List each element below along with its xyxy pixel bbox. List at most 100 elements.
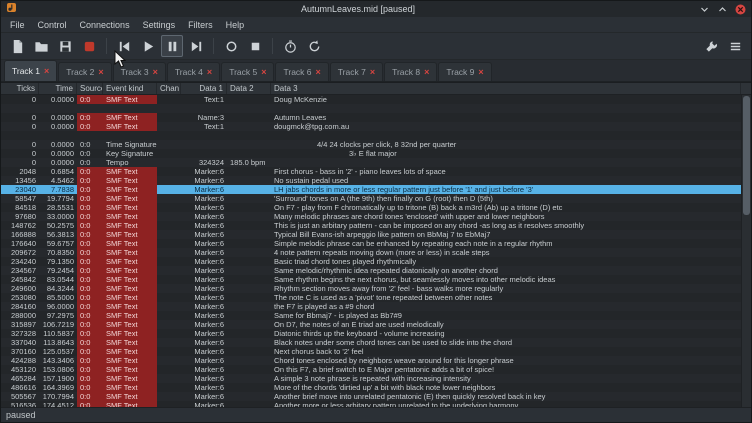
cell-source: 0:0	[77, 293, 103, 302]
cell-data2	[227, 401, 271, 407]
event-row[interactable]: 424288143.34060:0SMF TextMarker:6Chord t…	[1, 356, 741, 365]
skip-backward-button[interactable]	[113, 35, 135, 57]
tab-track-3[interactable]: Track 3×	[113, 62, 166, 81]
cell-data2	[227, 275, 271, 284]
minimize-button[interactable]	[699, 4, 710, 15]
event-row[interactable]	[1, 131, 741, 140]
menu-filters[interactable]: Filters	[182, 19, 219, 31]
maximize-button[interactable]	[717, 4, 728, 15]
tab-track-4[interactable]: Track 4×	[167, 62, 220, 81]
cell-data3: On this F7, a brief switch to E Major pe…	[271, 365, 741, 374]
menu-connections[interactable]: Connections	[74, 19, 136, 31]
record-arm-button[interactable]	[78, 35, 100, 57]
event-row[interactable]: 00.00000:0SMF TextName:3Autumn Leaves	[1, 113, 741, 122]
event-row[interactable]: 370160125.05370:0SMF TextMarker:6Next ch…	[1, 347, 741, 356]
open-file-button[interactable]	[30, 35, 52, 57]
event-row[interactable]: 00.00000:0Key Signature3♭ E flat major	[1, 149, 741, 158]
column-header-data-2[interactable]: Data 2	[227, 83, 271, 94]
tab-close-icon[interactable]: ×	[478, 68, 483, 77]
tab-track-8[interactable]: Track 8×	[384, 62, 437, 81]
save-file-button[interactable]	[54, 35, 76, 57]
event-row[interactable]: 230407.78380:0SMF TextMarker:6LH jabs ch…	[1, 185, 741, 194]
tab-close-icon[interactable]: ×	[153, 68, 158, 77]
event-row[interactable]: 315897106.72190:0SMF TextMarker:6On D7, …	[1, 320, 741, 329]
menu-help[interactable]: Help	[220, 19, 251, 31]
tab-track-9[interactable]: Track 9×	[438, 62, 491, 81]
event-row[interactable]	[1, 104, 741, 113]
cell-data1	[181, 131, 227, 140]
column-header-event-kind[interactable]: Event kind	[103, 83, 157, 94]
event-row[interactable]: 00.00000:0Tempo324324185.0 bpm	[1, 158, 741, 167]
menu-settings[interactable]: Settings	[137, 19, 182, 31]
column-header-source[interactable]: Source	[77, 83, 103, 94]
titlebar[interactable]: AutumnLeaves.mid [paused]	[1, 1, 751, 17]
vertical-scrollbar[interactable]	[741, 95, 751, 407]
tab-track-7[interactable]: Track 7×	[330, 62, 383, 81]
cell-source: 0:0	[77, 230, 103, 239]
overflow-menu-button[interactable]	[724, 35, 746, 57]
event-row[interactable]: 20967270.83500:0SMF TextMarker:64 note p…	[1, 248, 741, 257]
event-row[interactable]: 8451828.55310:0SMF TextMarker:6On F7 - p…	[1, 203, 741, 212]
cell-chan	[157, 104, 181, 113]
tab-track-2[interactable]: Track 2×	[58, 62, 111, 81]
cell-ticks: 97680	[1, 212, 39, 221]
menu-file[interactable]: File	[4, 19, 31, 31]
column-header-time[interactable]: Time	[39, 83, 77, 94]
event-row[interactable]: 16688856.38130:0SMF TextMarker:6Typical …	[1, 230, 741, 239]
tools-button[interactable]	[700, 35, 722, 57]
column-header-data-3[interactable]: Data 3	[271, 83, 741, 94]
tab-close-icon[interactable]: ×	[261, 68, 266, 77]
menu-control[interactable]: Control	[32, 19, 73, 31]
skip-forward-button[interactable]	[185, 35, 207, 57]
stop-button[interactable]	[244, 35, 266, 57]
cell-time: 97.2975	[39, 311, 77, 320]
cell-event-kind: SMF Text	[103, 320, 157, 329]
tab-close-icon[interactable]: ×	[316, 68, 321, 77]
column-header-chan[interactable]: Chan	[157, 83, 181, 94]
event-row[interactable]: 23424079.13500:0SMF TextMarker:6Basic tr…	[1, 257, 741, 266]
event-row[interactable]: 327328110.58370:0SMF TextMarker:6Diatoni…	[1, 329, 741, 338]
event-row[interactable]: 516536174.45120:0SMF TextMarker:6Another…	[1, 401, 741, 407]
pause-button[interactable]	[161, 35, 183, 57]
tab-close-icon[interactable]: ×	[370, 68, 375, 77]
tab-track-5[interactable]: Track 5×	[221, 62, 274, 81]
tab-close-icon[interactable]: ×	[44, 67, 49, 76]
play-button[interactable]	[137, 35, 159, 57]
event-row[interactable]: 486616164.39690:0SMF TextMarker:6More of…	[1, 383, 741, 392]
column-header-data-1[interactable]: Data 1	[181, 83, 227, 94]
tab-close-icon[interactable]: ×	[424, 68, 429, 77]
tab-close-icon[interactable]: ×	[98, 68, 103, 77]
event-row[interactable]: 00.00000:0SMF TextText:1dougmck@tpg.com.…	[1, 122, 741, 131]
tab-track-1[interactable]: Track 1×	[4, 60, 57, 81]
event-row[interactable]: 28416096.00000:0SMF TextMarker:6the F7 i…	[1, 302, 741, 311]
event-row[interactable]: 9768033.00000:0SMF TextMarker:6Many melo…	[1, 212, 741, 221]
event-row[interactable]: 20480.68540:0SMF TextMarker:6First choru…	[1, 167, 741, 176]
event-row[interactable]: 17664059.67570:0SMF TextMarker:6Simple m…	[1, 239, 741, 248]
event-row[interactable]: 24960084.32440:0SMF TextMarker:6Rhythm s…	[1, 284, 741, 293]
event-row[interactable]: 505567170.79940:0SMF TextMarker:6Another…	[1, 392, 741, 401]
event-row[interactable]: 465284157.19000:0SMF TextMarker:6A simpl…	[1, 374, 741, 383]
event-row[interactable]: 134564.54620:0SMF TextMarker:6No sustain…	[1, 176, 741, 185]
cell-chan	[157, 329, 181, 338]
event-row[interactable]: 5854719.77940:0SMF TextMarker:6'Surround…	[1, 194, 741, 203]
event-row[interactable]: 14876250.25750:0SMF TextMarker:6This is …	[1, 221, 741, 230]
tab-close-icon[interactable]: ×	[207, 68, 212, 77]
event-row[interactable]: 337040113.86430:0SMF TextMarker:6Black n…	[1, 338, 741, 347]
timer-button[interactable]	[279, 35, 301, 57]
tab-track-6[interactable]: Track 6×	[275, 62, 328, 81]
column-header-ticks[interactable]: Ticks	[1, 83, 39, 94]
event-row[interactable]: 23456779.24540:0SMF TextMarker:6Same mel…	[1, 266, 741, 275]
new-file-button[interactable]	[6, 35, 28, 57]
scrollbar-thumb[interactable]	[743, 96, 750, 215]
event-row[interactable]: 453120153.08060:0SMF TextMarker:6On this…	[1, 365, 741, 374]
event-row[interactable]: 25308085.50000:0SMF TextMarker:6The note…	[1, 293, 741, 302]
close-button[interactable]	[735, 4, 746, 15]
event-row[interactable]: 24584283.05440:0SMF TextMarker:6Same rhy…	[1, 275, 741, 284]
event-row[interactable]: 00.00000:0Time Signature4/4 24 clocks pe…	[1, 140, 741, 149]
cell-chan	[157, 320, 181, 329]
event-row[interactable]: 00.00000:0SMF TextText:1Doug McKenzie	[1, 95, 741, 104]
cell-ticks: 0	[1, 113, 39, 122]
event-row[interactable]: 28800097.29750:0SMF TextMarker:6Same for…	[1, 311, 741, 320]
record-button[interactable]	[220, 35, 242, 57]
sync-button[interactable]	[303, 35, 325, 57]
